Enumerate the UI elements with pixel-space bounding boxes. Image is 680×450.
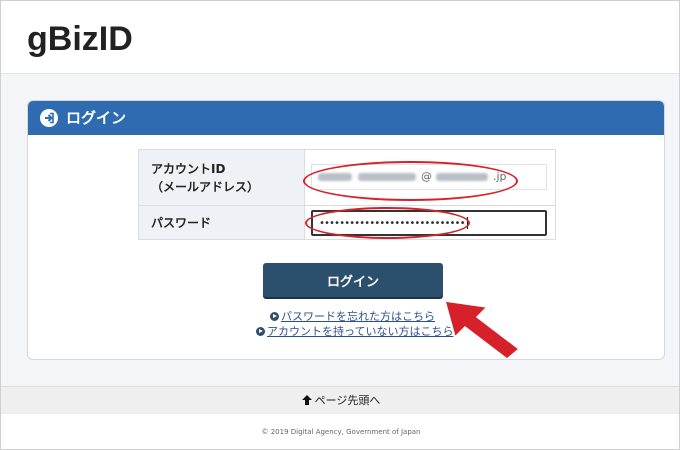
login-card-title: ログイン <box>66 109 127 127</box>
account-id-row: アカウントID （メールアドレス） @ .jp <box>138 149 556 206</box>
login-form-table: アカウントID （メールアドレス） @ .jp パスワード ••••••••••… <box>138 149 556 240</box>
password-masked-value: ••••••••••••••••••••••••••••• <box>319 218 466 229</box>
account-id-domain: .jp <box>493 170 507 183</box>
login-card-header: ログイン <box>28 101 664 135</box>
login-arrow-icon <box>40 109 58 127</box>
up-arrow-icon <box>301 395 312 405</box>
copyright-text: © 2019 Digital Agency, Government of Jap… <box>1 414 679 449</box>
account-id-cell: @ .jp <box>304 149 556 206</box>
gbizid-login-screen: gBizID ログイン アカウントID （メールアドレス） @ .jp パスワー… <box>0 0 680 450</box>
blurred-text <box>357 173 416 181</box>
account-id-input[interactable]: @ .jp <box>311 164 547 190</box>
back-to-top-bar[interactable]: ページ先頭へ <box>1 386 679 415</box>
account-id-label: アカウントID （メールアドレス） <box>138 149 305 206</box>
account-id-at: @ <box>421 170 432 183</box>
forgot-password-link[interactable]: パスワードを忘れた方はこちら <box>281 310 435 323</box>
text-caret <box>466 217 468 229</box>
login-button[interactable]: ログイン <box>263 263 443 297</box>
red-pointer-arrow-icon <box>443 300 521 359</box>
account-id-label-line2: （メールアドレス） <box>151 179 260 194</box>
password-cell: ••••••••••••••••••••••••••••• <box>304 205 556 240</box>
play-circle-icon <box>270 312 279 321</box>
account-id-label-line1: アカウントID <box>151 161 226 176</box>
main-content: ログイン アカウントID （メールアドレス） @ .jp パスワード •••••… <box>1 74 679 386</box>
play-circle-icon <box>256 327 265 336</box>
site-header: gBizID <box>1 1 679 74</box>
password-label: パスワード <box>138 205 305 240</box>
login-card: ログイン アカウントID （メールアドレス） @ .jp パスワード •••••… <box>27 100 665 360</box>
password-input[interactable]: ••••••••••••••••••••••••••••• <box>311 210 547 236</box>
blurred-text <box>435 173 488 181</box>
blurred-text <box>318 173 352 181</box>
gbizid-logo[interactable]: gBizID <box>27 19 133 59</box>
back-to-top-link[interactable]: ページ先頭へ <box>315 394 381 407</box>
no-account-link[interactable]: アカウントを持っていない方はこちら <box>267 325 453 338</box>
password-row: パスワード ••••••••••••••••••••••••••••• <box>138 205 556 240</box>
